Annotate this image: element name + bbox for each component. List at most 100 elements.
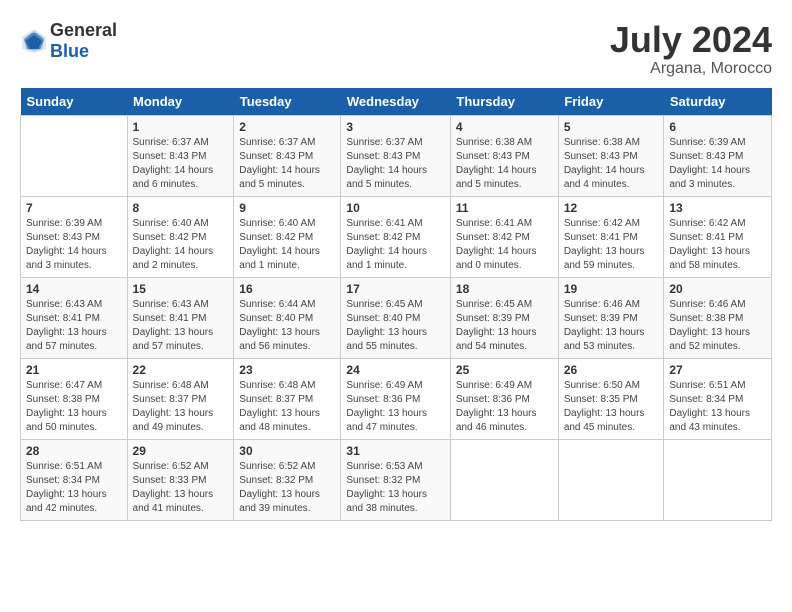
day-number: 17	[346, 282, 445, 296]
calendar-cell-w3-d2: 15 Sunrise: 6:43 AMSunset: 8:41 PMDayligh…	[127, 277, 234, 358]
logo-blue: Blue	[50, 41, 89, 61]
day-number: 15	[133, 282, 229, 296]
day-number: 3	[346, 120, 445, 134]
day-number: 30	[239, 444, 335, 458]
calendar-cell-w2-d7: 13 Sunrise: 6:42 AMSunset: 8:41 PMDayligh…	[664, 196, 772, 277]
day-info: Sunrise: 6:44 AMSunset: 8:40 PMDaylight:…	[239, 298, 335, 354]
calendar-table: Sunday Monday Tuesday Wednesday Thursday…	[20, 88, 772, 521]
header-friday: Friday	[558, 88, 664, 116]
page-header: General Blue July 2024 Argana, Morocco	[20, 20, 772, 78]
day-info: Sunrise: 6:48 AMSunset: 8:37 PMDaylight:…	[239, 379, 335, 435]
day-info: Sunrise: 6:39 AMSunset: 8:43 PMDaylight:…	[26, 217, 122, 273]
day-number: 13	[669, 201, 766, 215]
day-info: Sunrise: 6:46 AMSunset: 8:39 PMDaylight:…	[564, 298, 659, 354]
month-year-title: July 2024	[610, 20, 772, 60]
day-info: Sunrise: 6:52 AMSunset: 8:33 PMDaylight:…	[133, 460, 229, 516]
day-info: Sunrise: 6:51 AMSunset: 8:34 PMDaylight:…	[26, 460, 122, 516]
calendar-cell-w2-d4: 10 Sunrise: 6:41 AMSunset: 8:42 PMDayligh…	[341, 196, 451, 277]
day-info: Sunrise: 6:38 AMSunset: 8:43 PMDaylight:…	[456, 136, 553, 192]
calendar-cell-w3-d6: 19 Sunrise: 6:46 AMSunset: 8:39 PMDayligh…	[558, 277, 664, 358]
calendar-cell-w1-d5: 4 Sunrise: 6:38 AMSunset: 8:43 PMDaylight…	[450, 115, 558, 196]
day-number: 12	[564, 201, 659, 215]
day-info: Sunrise: 6:49 AMSunset: 8:36 PMDaylight:…	[346, 379, 445, 435]
day-info: Sunrise: 6:39 AMSunset: 8:43 PMDaylight:…	[669, 136, 766, 192]
day-number: 4	[456, 120, 553, 134]
day-info: Sunrise: 6:42 AMSunset: 8:41 PMDaylight:…	[564, 217, 659, 273]
day-info: Sunrise: 6:46 AMSunset: 8:38 PMDaylight:…	[669, 298, 766, 354]
calendar-cell-w4-d5: 25 Sunrise: 6:49 AMSunset: 8:36 PMDayligh…	[450, 358, 558, 439]
day-info: Sunrise: 6:37 AMSunset: 8:43 PMDaylight:…	[239, 136, 335, 192]
day-number: 24	[346, 363, 445, 377]
day-info: Sunrise: 6:38 AMSunset: 8:43 PMDaylight:…	[564, 136, 659, 192]
day-info: Sunrise: 6:50 AMSunset: 8:35 PMDaylight:…	[564, 379, 659, 435]
calendar-cell-w5-d3: 30 Sunrise: 6:52 AMSunset: 8:32 PMDayligh…	[234, 439, 341, 520]
calendar-cell-w3-d3: 16Sunrise: 6:44 AMSunset: 8:40 PMDayligh…	[234, 277, 341, 358]
header-tuesday: Tuesday	[234, 88, 341, 116]
calendar-week-1: 1 Sunrise: 6:37 AMSunset: 8:43 PMDaylight…	[21, 115, 772, 196]
day-number: 28	[26, 444, 122, 458]
day-number: 5	[564, 120, 659, 134]
calendar-cell-w5-d2: 29 Sunrise: 6:52 AMSunset: 8:33 PMDayligh…	[127, 439, 234, 520]
calendar-cell-w1-d3: 2Sunrise: 6:37 AMSunset: 8:43 PMDaylight…	[234, 115, 341, 196]
logo-icon	[20, 27, 48, 55]
day-number: 6	[669, 120, 766, 134]
calendar-cell-w2-d5: 11Sunrise: 6:41 AMSunset: 8:42 PMDayligh…	[450, 196, 558, 277]
day-number: 31	[346, 444, 445, 458]
day-number: 8	[133, 201, 229, 215]
calendar-cell-w2-d6: 12 Sunrise: 6:42 AMSunset: 8:41 PMDayligh…	[558, 196, 664, 277]
calendar-week-3: 14 Sunrise: 6:43 AMSunset: 8:41 PMDayligh…	[21, 277, 772, 358]
day-info: Sunrise: 6:51 AMSunset: 8:34 PMDaylight:…	[669, 379, 766, 435]
calendar-cell-w4-d6: 26 Sunrise: 6:50 AMSunset: 8:35 PMDayligh…	[558, 358, 664, 439]
calendar-header-row: Sunday Monday Tuesday Wednesday Thursday…	[21, 88, 772, 116]
day-info: Sunrise: 6:40 AMSunset: 8:42 PMDaylight:…	[239, 217, 335, 273]
day-number: 10	[346, 201, 445, 215]
location-subtitle: Argana, Morocco	[610, 60, 772, 78]
day-info: Sunrise: 6:47 AMSunset: 8:38 PMDaylight:…	[26, 379, 122, 435]
calendar-week-5: 28 Sunrise: 6:51 AMSunset: 8:34 PMDayligh…	[21, 439, 772, 520]
calendar-cell-w4-d2: 22 Sunrise: 6:48 AMSunset: 8:37 PMDayligh…	[127, 358, 234, 439]
day-info: Sunrise: 6:42 AMSunset: 8:41 PMDaylight:…	[669, 217, 766, 273]
calendar-cell-w3-d1: 14Sunrise: 6:43 AMSunset: 8:41 PMDayligh…	[21, 277, 128, 358]
header-monday: Monday	[127, 88, 234, 116]
day-number: 29	[133, 444, 229, 458]
day-info: Sunrise: 6:43 AMSunset: 8:41 PMDaylight:…	[133, 298, 229, 354]
calendar-cell-w4-d7: 27 Sunrise: 6:51 AMSunset: 8:34 PMDayligh…	[664, 358, 772, 439]
calendar-cell-w5-d6	[558, 439, 664, 520]
day-number: 25	[456, 363, 553, 377]
day-number: 7	[26, 201, 122, 215]
header-thursday: Thursday	[450, 88, 558, 116]
day-info: Sunrise: 6:49 AMSunset: 8:36 PMDaylight:…	[456, 379, 553, 435]
day-number: 27	[669, 363, 766, 377]
day-number: 19	[564, 282, 659, 296]
calendar-week-4: 21 Sunrise: 6:47 AMSunset: 8:38 PMDayligh…	[21, 358, 772, 439]
day-info: Sunrise: 6:41 AMSunset: 8:42 PMDaylight:…	[346, 217, 445, 273]
day-info: Sunrise: 6:37 AMSunset: 8:43 PMDaylight:…	[346, 136, 445, 192]
calendar-cell-w4-d3: 23Sunrise: 6:48 AMSunset: 8:37 PMDayligh…	[234, 358, 341, 439]
calendar-cell-w3-d4: 17 Sunrise: 6:45 AMSunset: 8:40 PMDayligh…	[341, 277, 451, 358]
calendar-cell-w1-d2: 1Sunrise: 6:37 AMSunset: 8:43 PMDaylight…	[127, 115, 234, 196]
header-saturday: Saturday	[664, 88, 772, 116]
day-info: Sunrise: 6:45 AMSunset: 8:40 PMDaylight:…	[346, 298, 445, 354]
calendar-cell-w5-d4: 31 Sunrise: 6:53 AMSunset: 8:32 PMDayligh…	[341, 439, 451, 520]
day-number: 26	[564, 363, 659, 377]
calendar-cell-w4-d1: 21 Sunrise: 6:47 AMSunset: 8:38 PMDayligh…	[21, 358, 128, 439]
day-number: 1	[133, 120, 229, 134]
calendar-cell-w3-d5: 18Sunrise: 6:45 AMSunset: 8:39 PMDayligh…	[450, 277, 558, 358]
day-info: Sunrise: 6:41 AMSunset: 8:42 PMDaylight:…	[456, 217, 553, 273]
calendar-cell-w1-d7: 6 Sunrise: 6:39 AMSunset: 8:43 PMDaylight…	[664, 115, 772, 196]
calendar-cell-w5-d5	[450, 439, 558, 520]
logo: General Blue	[20, 20, 117, 62]
day-info: Sunrise: 6:52 AMSunset: 8:32 PMDaylight:…	[239, 460, 335, 516]
day-number: 22	[133, 363, 229, 377]
day-info: Sunrise: 6:45 AMSunset: 8:39 PMDaylight:…	[456, 298, 553, 354]
day-info: Sunrise: 6:40 AMSunset: 8:42 PMDaylight:…	[133, 217, 229, 273]
day-info: Sunrise: 6:53 AMSunset: 8:32 PMDaylight:…	[346, 460, 445, 516]
calendar-cell-w1-d1	[21, 115, 128, 196]
day-number: 21	[26, 363, 122, 377]
day-number: 14	[26, 282, 122, 296]
logo-text: General Blue	[50, 20, 117, 62]
day-number: 9	[239, 201, 335, 215]
calendar-cell-w2-d2: 8 Sunrise: 6:40 AMSunset: 8:42 PMDaylight…	[127, 196, 234, 277]
day-info: Sunrise: 6:48 AMSunset: 8:37 PMDaylight:…	[133, 379, 229, 435]
calendar-cell-w1-d6: 5 Sunrise: 6:38 AMSunset: 8:43 PMDaylight…	[558, 115, 664, 196]
